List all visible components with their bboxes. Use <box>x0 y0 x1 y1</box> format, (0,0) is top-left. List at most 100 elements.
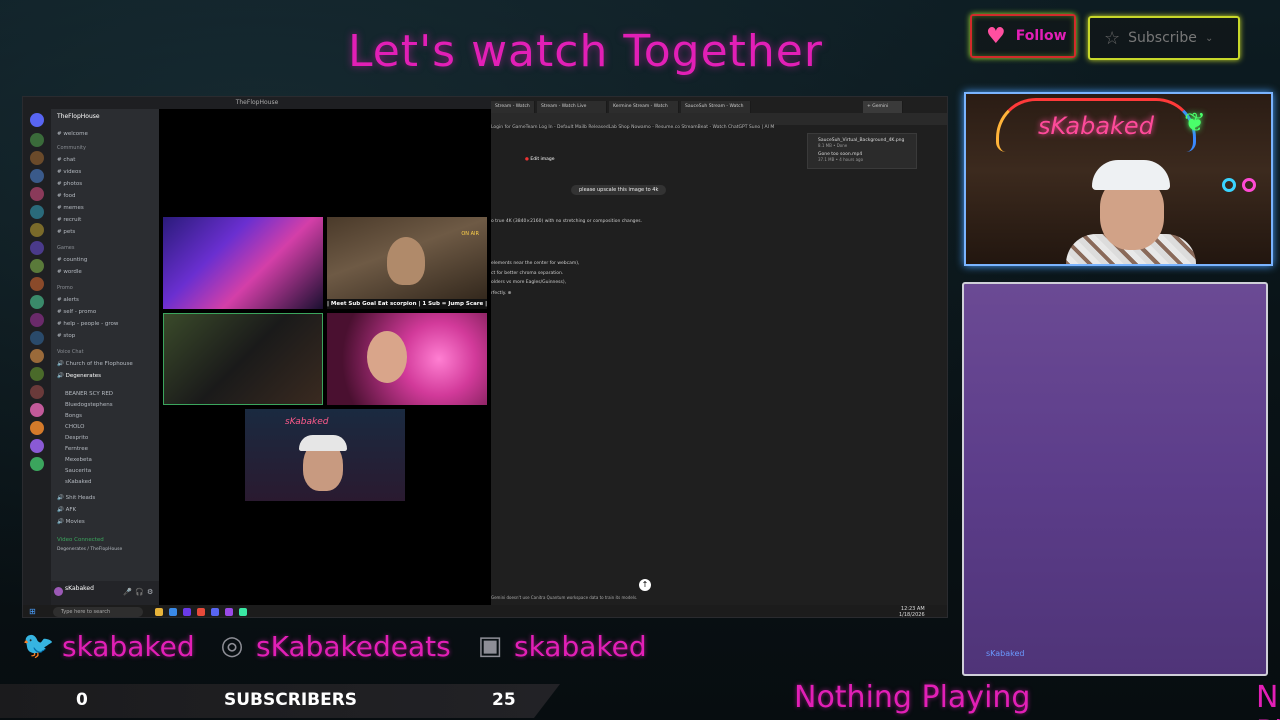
send-button[interactable]: ↑ <box>639 579 651 591</box>
channel-counting[interactable]: # counting <box>57 257 87 263</box>
voice-channel-shit-heads[interactable]: 🔊 Shit Heads <box>57 495 95 501</box>
voice-channel-church[interactable]: 🔊 Church of the Flophouse <box>57 361 133 367</box>
voice-member[interactable]: CHOLO <box>65 424 85 430</box>
channel-food[interactable]: # food <box>57 193 76 199</box>
channel-chat[interactable]: # chat <box>57 157 75 163</box>
voice-member[interactable]: Desprito <box>65 435 88 441</box>
discord-icon[interactable] <box>211 608 219 616</box>
video-tile[interactable] <box>163 217 323 309</box>
obs-icon[interactable] <box>225 608 233 616</box>
voice-status: Video Connected <box>57 537 104 543</box>
channel-help-people-grow[interactable]: # help - people - grow <box>57 321 118 327</box>
channel-photos[interactable]: # photos <box>57 181 82 187</box>
channel-recruit[interactable]: # recruit <box>57 217 81 223</box>
edit-image-label[interactable]: ● Edit image <box>525 157 555 162</box>
server-icon[interactable] <box>30 421 44 435</box>
server-icon[interactable] <box>30 259 44 273</box>
video-tile[interactable] <box>327 313 487 405</box>
voice-member[interactable]: Bluedogstephens <box>65 402 113 408</box>
subscribe-button[interactable]: ☆ Subscribe ⌄ <box>1088 16 1240 60</box>
channel-welcome[interactable]: # welcome <box>57 131 88 137</box>
server-icon[interactable] <box>30 403 44 417</box>
app-icon[interactable] <box>239 608 247 616</box>
server-icon[interactable] <box>30 113 44 127</box>
server-icon[interactable] <box>30 385 44 399</box>
avatar[interactable] <box>54 587 63 596</box>
social-handle: skabaked <box>62 629 195 663</box>
voice-member[interactable]: Mexebeta <box>65 457 92 463</box>
server-icon[interactable] <box>30 295 44 309</box>
reply-line: o true 4K (3840×2160) with no stretching… <box>491 219 643 224</box>
taskbar-clock[interactable]: 12:23 AM 1/18/2026 <box>899 606 925 617</box>
participant-face <box>387 237 425 285</box>
chrome-icon[interactable] <box>197 608 205 616</box>
server-icon[interactable] <box>30 151 44 165</box>
browser-tab[interactable]: Stream - Watch <box>491 101 535 113</box>
download-item[interactable]: SauceSuh_Virtual_Background_4K.png 8.1 M… <box>808 134 916 148</box>
category-community[interactable]: Community <box>57 145 86 151</box>
category-voice-chat[interactable]: Voice Chat <box>57 349 84 355</box>
channel-wordle[interactable]: # wordle <box>57 269 82 275</box>
browser-tab[interactable]: Kermine Stream - Watch <box>609 101 679 113</box>
gear-icon[interactable]: ⚙ <box>147 588 153 596</box>
category-games[interactable]: Games <box>57 245 75 251</box>
taskbar: ⊞ Type here to search 12:23 AM 1/18/2026 <box>23 605 947 617</box>
social-handle: skabaked <box>514 629 647 663</box>
twitch-icon: ▣ <box>477 631 503 661</box>
voice-channel-path: Degenerates / TheFlopHouse <box>57 547 123 552</box>
reply-line: elements near the center for webcam), <box>491 261 580 266</box>
server-icon[interactable] <box>30 331 44 345</box>
server-icon[interactable] <box>30 439 44 453</box>
voice-channel-movies[interactable]: 🔊 Movies <box>57 519 85 525</box>
channel-memes[interactable]: # memes <box>57 205 84 211</box>
browser-tab[interactable]: SauceSuh Stream - Watch <box>681 101 751 113</box>
server-icon[interactable] <box>30 223 44 237</box>
server-icon[interactable] <box>30 313 44 327</box>
voice-member[interactable]: Bongs <box>65 413 82 419</box>
browser-window: Stream - Watch Stream - Watch Live Kermi… <box>491 97 947 605</box>
windows-start-icon[interactable]: ⊞ <box>29 607 36 616</box>
server-name[interactable]: TheFlopHouse <box>57 113 100 120</box>
server-icon[interactable] <box>30 169 44 183</box>
discord-titlebar: TheFlopHouse <box>23 97 491 109</box>
voice-member[interactable]: BEANER SCY RED <box>65 391 113 397</box>
channel-videos[interactable]: # videos <box>57 169 81 175</box>
browser-tab-active[interactable]: + Gemini <box>863 101 903 113</box>
category-promo[interactable]: Promo <box>57 285 73 291</box>
app-icon[interactable] <box>183 608 191 616</box>
server-icon[interactable] <box>30 277 44 291</box>
edge-icon[interactable] <box>169 608 177 616</box>
file-explorer-icon[interactable] <box>155 608 163 616</box>
follow-button[interactable]: ♥ Follow <box>970 14 1076 58</box>
on-air-sign: ON AIR <box>461 231 479 237</box>
microphone-icon[interactable]: 🎤 <box>123 588 132 596</box>
address-bar[interactable] <box>491 113 947 125</box>
overlay-title: Let's watch Together <box>348 26 823 77</box>
browser-tab[interactable]: Stream - Watch Live <box>537 101 607 113</box>
channel-self-promo[interactable]: # self - promo <box>57 309 96 315</box>
server-icon[interactable] <box>30 367 44 381</box>
goal-target: 25 <box>492 690 516 710</box>
headphones-icon[interactable]: 🎧 <box>135 588 144 596</box>
voice-member[interactable]: Ferntree <box>65 446 88 452</box>
add-server-icon[interactable] <box>30 457 44 471</box>
channel-stop[interactable]: # stop <box>57 333 75 339</box>
channel-pets[interactable]: # pets <box>57 229 75 235</box>
video-tile[interactable] <box>163 313 323 405</box>
server-icon[interactable] <box>30 205 44 219</box>
voice-channel-afk[interactable]: 🔊 AFK <box>57 507 76 513</box>
download-item[interactable]: Gone too soon.mp4 37.1 MB • 4 hours ago <box>808 148 916 162</box>
video-tile[interactable]: sKabaked <box>245 409 405 501</box>
taskbar-search[interactable]: Type here to search <box>53 607 143 617</box>
server-icon[interactable] <box>30 241 44 255</box>
server-icon[interactable] <box>30 349 44 363</box>
channel-alerts[interactable]: # alerts <box>57 297 79 303</box>
chevron-down-icon: ⌄ <box>1204 32 1214 44</box>
voice-channel-degenerates[interactable]: 🔊 Degenerates <box>57 373 101 379</box>
server-icon[interactable] <box>30 187 44 201</box>
voice-member[interactable]: Saucerita <box>65 468 91 474</box>
voice-member[interactable]: sKabaked <box>65 479 91 485</box>
server-icon[interactable] <box>30 133 44 147</box>
video-tile[interactable]: ON AIR | Meet Sub Goal Eat scorpion | 1 … <box>327 217 487 309</box>
streamer-cap <box>1092 160 1170 190</box>
